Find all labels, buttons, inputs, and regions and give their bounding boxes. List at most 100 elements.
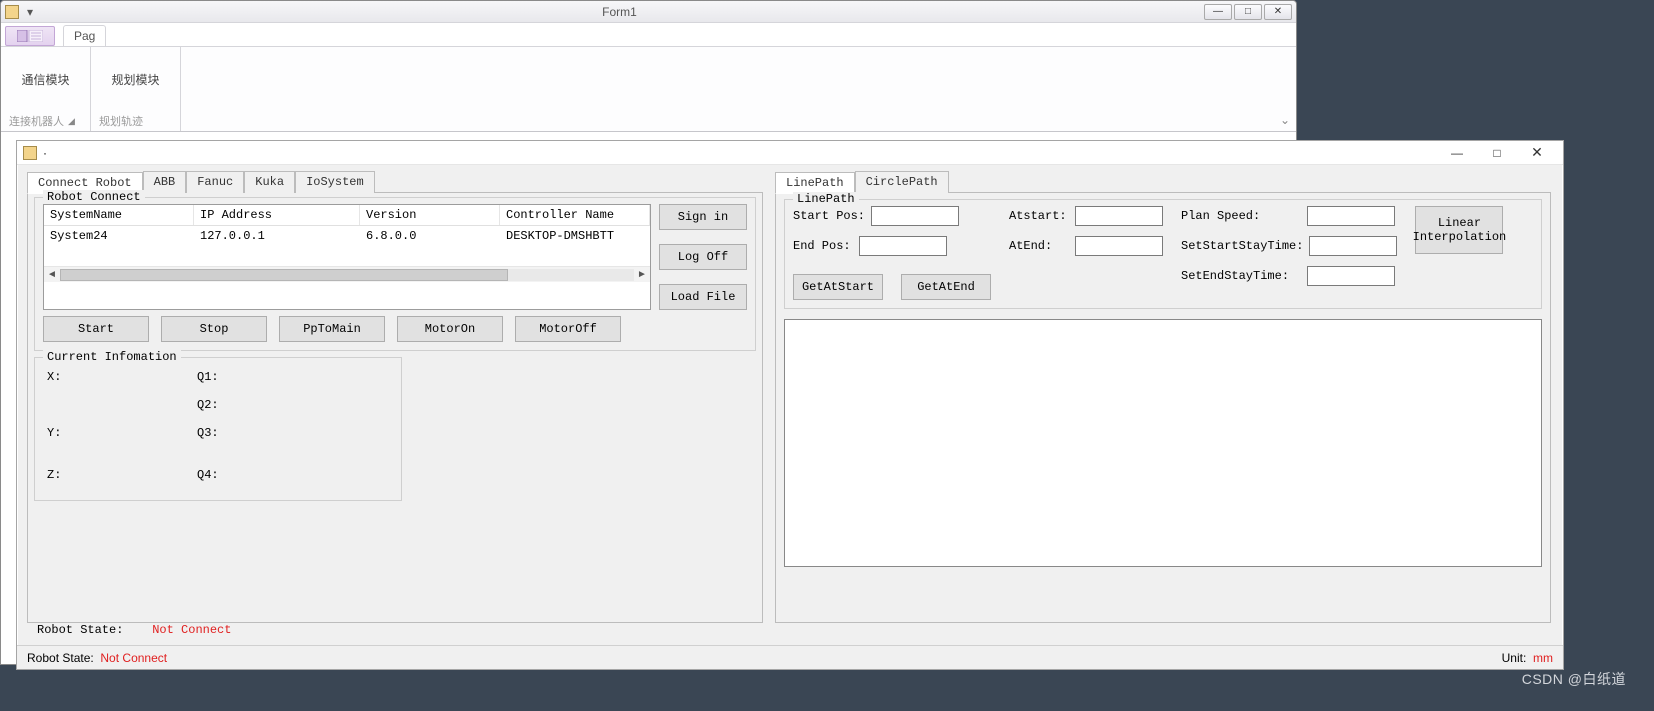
robot-state-value-1: Not Connect: [152, 623, 231, 637]
cell-controllername: DESKTOP-DMSHBTT: [500, 226, 650, 246]
table-row[interactable]: System24 127.0.0.1 6.8.0.0 DESKTOP-DMSHB…: [44, 226, 650, 246]
tab-circlepath[interactable]: CirclePath: [855, 171, 949, 193]
outer-titlebar: ▾ Form1 — □ ✕: [1, 1, 1296, 23]
label-x: X:: [47, 370, 197, 384]
tab-fanuc[interactable]: Fanuc: [186, 171, 244, 193]
label-q2: Q2:: [197, 398, 347, 412]
label-q1: Q1:: [197, 370, 347, 384]
stop-button[interactable]: Stop: [161, 316, 267, 342]
legend-linepath: LinePath: [793, 192, 859, 206]
tab-abb[interactable]: ABB: [143, 171, 187, 193]
status-unit-label: Unit:: [1502, 651, 1527, 665]
cell-systemname: System24: [44, 226, 194, 246]
inner-titlebar: · — □ ✕: [17, 141, 1563, 165]
ribbon-body: 通信模块 连接机器人 ◢ 规划模块 规划轨迹 ⌄: [1, 47, 1296, 132]
setstart-input[interactable]: [1309, 236, 1397, 256]
col-controllername[interactable]: Controller Name: [500, 205, 650, 225]
watermark: CSDN @白纸道: [1522, 669, 1626, 689]
label-atstart: Atstart:: [1009, 209, 1069, 223]
minimize-button[interactable]: —: [1204, 4, 1232, 20]
col-version[interactable]: Version: [360, 205, 500, 225]
left-panel: Connect Robot ABB Fanuc Kuka IoSystem Ro…: [17, 165, 769, 645]
endpos-input[interactable]: [859, 236, 947, 256]
ribbon-file-button[interactable]: [5, 26, 55, 46]
logoff-button[interactable]: Log Off: [659, 244, 747, 270]
status-robot-state-value: Not Connect: [100, 651, 167, 665]
group-current-info: Current Infomation X: Q1: Q2: Y: Q3: Z: …: [34, 357, 402, 501]
ribbon-launcher-icon[interactable]: ◢: [68, 116, 75, 127]
label-endpos: End Pos:: [793, 239, 853, 253]
group-linepath: LinePath Start Pos: End Pos: GetAtStart …: [784, 199, 1542, 309]
setend-input[interactable]: [1307, 266, 1395, 286]
startpos-input[interactable]: [871, 206, 959, 226]
status-robot-state-label: Robot State:: [27, 651, 94, 665]
loadfile-button[interactable]: Load File: [659, 284, 747, 310]
ribbon-tab-pag[interactable]: Pag: [63, 25, 106, 46]
cell-version: 6.8.0.0: [360, 226, 500, 246]
motoron-button[interactable]: MotorOn: [397, 316, 503, 342]
maximize-button[interactable]: □: [1234, 4, 1262, 20]
atend-input[interactable]: [1075, 236, 1163, 256]
label-setend: SetEndStayTime:: [1181, 269, 1301, 283]
ribbon-file-icon: [17, 30, 43, 42]
status-unit-value: mm: [1533, 651, 1553, 665]
ribbon-collapse-icon[interactable]: ⌄: [1280, 113, 1290, 127]
right-tab-page: LinePath Start Pos: End Pos: GetAtStart …: [775, 193, 1551, 623]
robot-state-label-1: Robot State:: [37, 623, 123, 637]
cell-ipaddress: 127.0.0.1: [194, 226, 360, 246]
inner-minimize-button[interactable]: —: [1437, 146, 1477, 160]
ribbon-group-plan: 规划模块 规划轨迹: [91, 47, 181, 131]
col-ipaddress[interactable]: IP Address: [194, 205, 360, 225]
app-icon: [5, 5, 19, 19]
scroll-right-icon[interactable]: ►: [634, 269, 650, 280]
legend-current-info: Current Infomation: [43, 350, 181, 364]
pptomain-button[interactable]: PpToMain: [279, 316, 385, 342]
right-tabstrip: LinePath CirclePath: [775, 171, 1551, 193]
ribbon-group-name-comm: 连接机器人: [9, 113, 64, 129]
getatstart-button[interactable]: GetAtStart: [793, 274, 883, 300]
tab-kuka[interactable]: Kuka: [244, 171, 295, 193]
getatend-button[interactable]: GetAtEnd: [901, 274, 991, 300]
ribbon-group-name-plan: 规划轨迹: [99, 113, 143, 129]
inner-app-icon: [23, 146, 37, 160]
linear-interpolation-label: Linear Interpolation: [1413, 216, 1507, 245]
ribbon-group-comm: 通信模块 连接机器人 ◢: [1, 47, 91, 131]
label-z: Z:: [47, 468, 197, 482]
right-panel: LinePath CirclePath LinePath Start Pos: …: [769, 165, 1563, 645]
label-y: Y:: [47, 426, 197, 440]
inner-close-button[interactable]: ✕: [1517, 144, 1557, 161]
label-q3: Q3:: [197, 426, 347, 440]
window-title: Form1: [35, 5, 1204, 19]
signin-button[interactable]: Sign in: [659, 204, 747, 230]
atstart-input[interactable]: [1075, 206, 1163, 226]
left-tab-page: Robot Connect SystemName IP Address Vers…: [27, 193, 763, 623]
qat-dropdown-icon[interactable]: ▾: [25, 5, 35, 19]
scroll-left-icon[interactable]: ◄: [44, 269, 60, 280]
ribbon-button-comm[interactable]: 通信模块: [21, 71, 69, 88]
listview-hscroll[interactable]: ◄ ►: [44, 266, 650, 282]
inner-maximize-button[interactable]: □: [1477, 146, 1517, 160]
motoroff-button[interactable]: MotorOff: [515, 316, 621, 342]
listview-header: SystemName IP Address Version Controller…: [44, 205, 650, 226]
legend-robot-connect: Robot Connect: [43, 190, 145, 204]
label-startpos: Start Pos:: [793, 209, 865, 223]
label-setstart: SetStartStayTime:: [1181, 239, 1303, 253]
inner-title-dot: ·: [43, 146, 47, 160]
close-button[interactable]: ✕: [1264, 4, 1292, 20]
ribbon-tabs: Pag: [1, 23, 1296, 47]
col-systemname[interactable]: SystemName: [44, 205, 194, 225]
controller-listview[interactable]: SystemName IP Address Version Controller…: [43, 204, 651, 310]
linear-interpolation-button[interactable]: Linear Interpolation: [1415, 206, 1503, 254]
tab-iosystem[interactable]: IoSystem: [295, 171, 375, 193]
output-textarea[interactable]: [784, 319, 1542, 567]
label-planspeed: Plan Speed:: [1181, 209, 1301, 223]
scroll-thumb[interactable]: [60, 269, 508, 281]
planspeed-input[interactable]: [1307, 206, 1395, 226]
start-button[interactable]: Start: [43, 316, 149, 342]
ribbon-button-plan[interactable]: 规划模块: [111, 71, 159, 88]
inner-statusbar: Robot State: Not Connect Unit: mm: [17, 645, 1563, 669]
tab-linepath[interactable]: LinePath: [775, 172, 855, 194]
inner-window: · — □ ✕ Connect Robot ABB Fanuc Kuka IoS…: [16, 140, 1564, 670]
label-atend: AtEnd:: [1009, 239, 1069, 253]
group-robot-connect: Robot Connect SystemName IP Address Vers…: [34, 197, 756, 351]
